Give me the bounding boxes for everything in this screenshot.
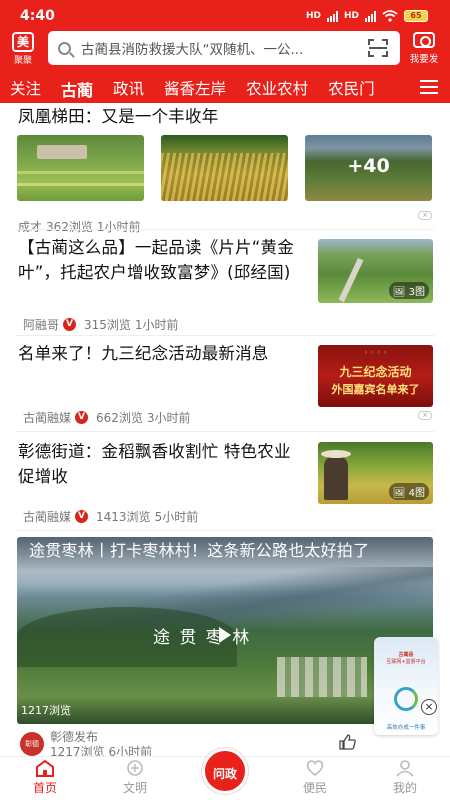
video-title: 途贯枣林丨打卡枣林村！这条新公路也太好拍了 [29, 541, 370, 560]
top-header: 4:40 HD HD 65 美 聚聚 古蔺县消防救援大队“双随机、一公... 我… [0, 0, 450, 103]
item-views: 315浏览 [84, 318, 131, 332]
thumb-caption-1: 九三纪念活动 [339, 365, 412, 379]
logo-icon: 美 [12, 32, 34, 52]
status-icons: HD HD 65 [306, 10, 428, 22]
divider [16, 335, 434, 336]
item-meta: 古蔺融媒 V 662浏览 3小时前 [23, 409, 191, 426]
tab-jiangxiang[interactable]: 酱香左岸 [154, 77, 236, 101]
scan-icon[interactable] [368, 39, 388, 57]
thumbnail-image[interactable]: +40 [305, 135, 432, 201]
network-label: HD [305, 11, 321, 21]
nav-home[interactable]: 首页 [15, 759, 75, 796]
verified-icon: V [75, 411, 89, 424]
wifi-icon [382, 10, 398, 22]
verified-icon: V [63, 318, 77, 331]
more-images-count: +40 [347, 155, 390, 177]
item-author: 阿融哥 [23, 318, 60, 332]
menu-icon[interactable] [420, 80, 438, 98]
image-count: 🖼 3图 [388, 282, 429, 299]
network-label-2: HD [343, 11, 359, 21]
channel-tabs: 关注 古蔺 政讯 酱香左岸 农业农村 农民门 [0, 74, 450, 103]
close-ad-icon[interactable]: × [421, 699, 437, 715]
play-icon[interactable] [219, 627, 231, 643]
search-row: 美 聚聚 古蔺县消防救援大队“双随机、一公... 我要发 [0, 30, 450, 70]
item-time: 3小时前 [146, 411, 191, 425]
avatar[interactable]: 彰德 [20, 732, 44, 756]
battery-icon: 65 [404, 10, 428, 22]
camera-icon [413, 32, 435, 48]
wenzheng-button: 问政 [202, 748, 248, 794]
image-count: 🖼 4图 [388, 483, 429, 500]
ad-emblem-icon [394, 687, 418, 711]
nav-mine[interactable]: 我的 [375, 759, 435, 796]
search-input[interactable]: 古蔺县消防救援大队“双随机、一公... [48, 31, 400, 65]
thumbnail-image: 🖼 3图 [318, 239, 433, 303]
publish-label: 我要发 [409, 54, 439, 65]
search-placeholder: 古蔺县消防救援大队“双随机、一公... [81, 42, 304, 58]
like-icon[interactable] [338, 733, 356, 751]
status-bar: 4:40 HD HD 65 [20, 6, 428, 26]
thumbnail-image: ◦ ◦ ◦ ◦ 九三纪念活动 外国嘉宾名单来了 [318, 345, 433, 407]
item-title: 凤凰梯田：又是一个丰收年 [18, 107, 219, 126]
item-meta: 古蔺融媒 V 1413浏览 5小时前 [23, 508, 198, 525]
item-time: 1小时前 [134, 318, 179, 332]
thumb-caption-2: 外国嘉宾名单来了 [331, 383, 420, 396]
search-icon [58, 41, 71, 55]
tab-gulin[interactable]: 古蔺 [51, 77, 103, 101]
thumbnail-image: 🖼 4图 [318, 442, 433, 504]
status-time: 4:40 [20, 8, 55, 24]
user-icon [396, 760, 414, 777]
item-time: 5小时前 [154, 510, 199, 524]
divider [16, 229, 434, 230]
item-author: 古蔺融媒 [23, 510, 72, 524]
video-view-count: 1217浏览 [21, 704, 71, 717]
ad-line-1: 古蔺县 [398, 652, 414, 658]
wenming-icon [127, 760, 143, 776]
verified-icon: V [75, 510, 89, 523]
list-item[interactable]: 凤凰梯田：又是一个丰收年 +40 成才 362浏览 1小时前 × [0, 103, 450, 236]
nav-bianmin[interactable]: 便民 [285, 759, 345, 796]
ad-bottom: 高效办成一件事 [386, 725, 426, 731]
nav-wenzheng[interactable]: 问政 [195, 748, 255, 796]
ad-line-2: 互联网+监督平台 [386, 659, 426, 665]
tab-guanzhu[interactable]: 关注 [0, 77, 51, 101]
video-item[interactable]: 途贯枣林丨打卡枣林村！这条新公路也太好拍了 途 贯 枣 林 1217浏览 [17, 537, 433, 724]
app-logo[interactable]: 美 聚聚 [10, 32, 36, 66]
logo-label: 聚聚 [13, 56, 32, 66]
item-title: 彰德街道：金稻飘香收割忙 特色农业促增收 [18, 442, 291, 486]
floating-ad[interactable]: 古蔺县 互联网+监督平台 高效办成一件事 [374, 637, 438, 735]
signal-icon [326, 10, 338, 22]
signal-icon-2 [365, 10, 376, 22]
dismiss-button[interactable]: × [418, 411, 432, 420]
divider [16, 530, 434, 531]
tab-nongye[interactable]: 农业农村 [236, 77, 318, 101]
bottom-nav: 首页 文明 问政 便民 我的 [0, 748, 450, 800]
item-views: 1413浏览 [96, 510, 151, 524]
item-title: 名单来了！九三纪念活动最新消息 [18, 344, 269, 363]
nav-wenming[interactable]: 文明 [105, 759, 165, 796]
video-overlay-text: 途 贯 枣 林 [153, 628, 252, 648]
list-item[interactable]: 【古蔺这么品】一起品读《片片“黄金叶”，托起农户增收致富梦》(邱经国) 🖼 3图… [0, 233, 450, 333]
heart-icon [306, 760, 324, 777]
publish-button[interactable]: 我要发 [406, 32, 442, 65]
item-meta: 阿融哥 V 315浏览 1小时前 [23, 316, 179, 333]
item-title: 【古蔺这么品】一起品读《片片“黄金叶”，托起农户增收致富梦》(邱经国) [18, 238, 294, 282]
tab-nongmin[interactable]: 农民门 [318, 77, 385, 101]
home-icon [36, 759, 54, 777]
dismiss-button[interactable]: × [418, 211, 432, 220]
thumbnail-image [161, 135, 288, 201]
divider [16, 431, 434, 432]
item-author: 古蔺融媒 [23, 411, 72, 425]
item-views: 662浏览 [96, 411, 143, 425]
thumbnail-image [17, 135, 144, 201]
tab-zhengxun[interactable]: 政讯 [103, 77, 154, 101]
